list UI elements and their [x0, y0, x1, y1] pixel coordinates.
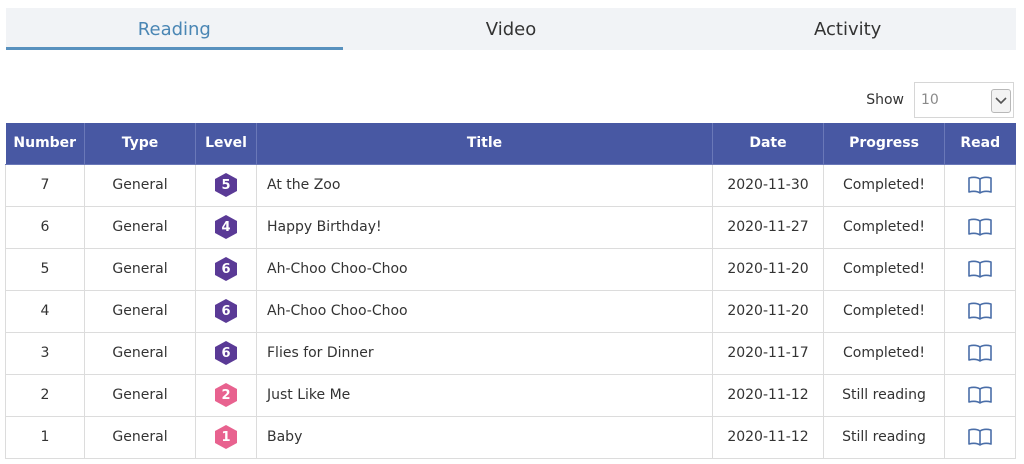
cell-date: 2020-11-20 [712, 289, 824, 333]
table-row: 7 General 5 At the Zoo 2020-11-30 Comple… [5, 163, 1016, 207]
table-row: 2 General 2 Just Like Me 2020-11-12 Stil… [5, 373, 1016, 417]
cell-read [944, 247, 1016, 291]
table-row: 4 General 6 Ah-Choo Choo-Choo 2020-11-20… [5, 289, 1016, 333]
cell-type: General [84, 373, 196, 417]
cell-type: General [84, 163, 196, 207]
cell-progress: Completed! [823, 247, 945, 291]
cell-title: Baby [256, 415, 713, 459]
cell-type: General [84, 289, 196, 333]
header-date: Date [712, 123, 824, 165]
header-level: Level [195, 123, 257, 165]
table-row: 5 General 6 Ah-Choo Choo-Choo 2020-11-20… [5, 247, 1016, 291]
level-badge: 4 [215, 215, 237, 239]
cell-read [944, 331, 1016, 375]
header-progress: Progress [823, 123, 945, 165]
cell-number: 1 [5, 415, 85, 459]
cell-title: At the Zoo [256, 163, 713, 207]
open-book-icon[interactable] [967, 427, 993, 447]
cell-level: 2 [195, 373, 257, 417]
open-book-icon[interactable] [967, 301, 993, 321]
cell-level: 6 [195, 289, 257, 333]
level-badge: 6 [215, 299, 237, 323]
cell-read [944, 373, 1016, 417]
cell-date: 2020-11-12 [712, 415, 824, 459]
reading-history-table: Number Type Level Title Date Progress Re… [5, 123, 1016, 459]
cell-progress: Completed! [823, 205, 945, 249]
cell-type: General [84, 247, 196, 291]
cell-read [944, 415, 1016, 459]
tab-bar: Reading Video Activity [6, 8, 1016, 50]
level-badge: 2 [215, 383, 237, 407]
cell-level: 6 [195, 331, 257, 375]
cell-title: Ah-Choo Choo-Choo [256, 247, 713, 291]
cell-progress: Still reading [823, 415, 945, 459]
table-body: 7 General 5 At the Zoo 2020-11-30 Comple… [5, 163, 1016, 459]
open-book-icon[interactable] [967, 385, 993, 405]
cell-date: 2020-11-17 [712, 331, 824, 375]
table-row: 3 General 6 Flies for Dinner 2020-11-17 … [5, 331, 1016, 375]
cell-title: Just Like Me [256, 373, 713, 417]
table-row: 6 General 4 Happy Birthday! 2020-11-27 C… [5, 205, 1016, 249]
cell-read [944, 289, 1016, 333]
cell-level: 6 [195, 247, 257, 291]
cell-title: Ah-Choo Choo-Choo [256, 289, 713, 333]
cell-number: 3 [5, 331, 85, 375]
chevron-down-icon[interactable] [991, 89, 1011, 113]
cell-date: 2020-11-30 [712, 163, 824, 207]
tab-activity[interactable]: Activity [679, 8, 1016, 50]
header-number: Number [5, 123, 85, 165]
cell-title: Flies for Dinner [256, 331, 713, 375]
cell-progress: Completed! [823, 163, 945, 207]
cell-type: General [84, 205, 196, 249]
cell-progress: Still reading [823, 373, 945, 417]
cell-level: 4 [195, 205, 257, 249]
cell-read [944, 163, 1016, 207]
open-book-icon[interactable] [967, 259, 993, 279]
open-book-icon[interactable] [967, 217, 993, 237]
cell-type: General [84, 331, 196, 375]
cell-number: 4 [5, 289, 85, 333]
table-row: 1 General 1 Baby 2020-11-12 Still readin… [5, 415, 1016, 459]
header-read: Read [944, 123, 1016, 165]
cell-number: 6 [5, 205, 85, 249]
level-badge: 6 [215, 341, 237, 365]
cell-level: 1 [195, 415, 257, 459]
header-type: Type [84, 123, 196, 165]
level-badge: 1 [215, 425, 237, 449]
open-book-icon[interactable] [967, 343, 993, 363]
page-size-value: 10 [921, 92, 939, 108]
page-size-select[interactable]: 10 [914, 82, 1014, 118]
tab-reading[interactable]: Reading [6, 8, 343, 50]
cell-type: General [84, 415, 196, 459]
cell-title: Happy Birthday! [256, 205, 713, 249]
level-badge: 5 [215, 173, 237, 197]
open-book-icon[interactable] [967, 175, 993, 195]
cell-read [944, 205, 1016, 249]
cell-level: 5 [195, 163, 257, 207]
cell-number: 5 [5, 247, 85, 291]
cell-date: 2020-11-27 [712, 205, 824, 249]
cell-progress: Completed! [823, 289, 945, 333]
page-size-control: Show 10 [866, 82, 1014, 118]
cell-progress: Completed! [823, 331, 945, 375]
table-header-row: Number Type Level Title Date Progress Re… [5, 123, 1016, 165]
tab-video[interactable]: Video [343, 8, 680, 50]
level-badge: 6 [215, 257, 237, 281]
cell-date: 2020-11-12 [712, 373, 824, 417]
show-label: Show [866, 92, 904, 108]
header-title: Title [256, 123, 713, 165]
cell-number: 2 [5, 373, 85, 417]
cell-date: 2020-11-20 [712, 247, 824, 291]
cell-number: 7 [5, 163, 85, 207]
